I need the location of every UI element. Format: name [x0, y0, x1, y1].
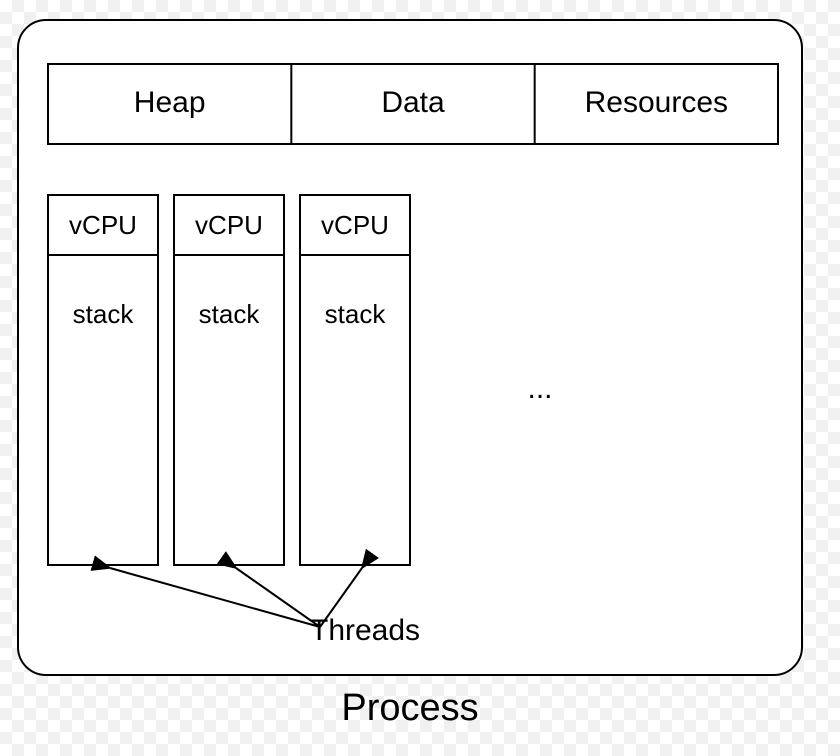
thread-3-stack-label: stack	[325, 299, 387, 329]
data-label: Data	[381, 86, 445, 119]
thread-column-3	[300, 195, 410, 565]
thread-2-stack-label: stack	[199, 299, 261, 329]
thread-1-vcpu-label: vCPU	[69, 210, 137, 240]
process-title: Process	[341, 687, 478, 729]
thread-column-2	[174, 195, 284, 565]
threads-ellipsis: ...	[527, 372, 552, 405]
process-diagram: Heap Data Resources vCPU stack vCPU stac…	[0, 0, 840, 756]
thread-1-stack-label: stack	[73, 299, 135, 329]
thread-column-1	[48, 195, 158, 565]
resources-label: Resources	[585, 86, 728, 119]
heap-label: Heap	[134, 86, 206, 119]
thread-3-vcpu-label: vCPU	[321, 210, 389, 240]
thread-2-vcpu-label: vCPU	[195, 210, 263, 240]
